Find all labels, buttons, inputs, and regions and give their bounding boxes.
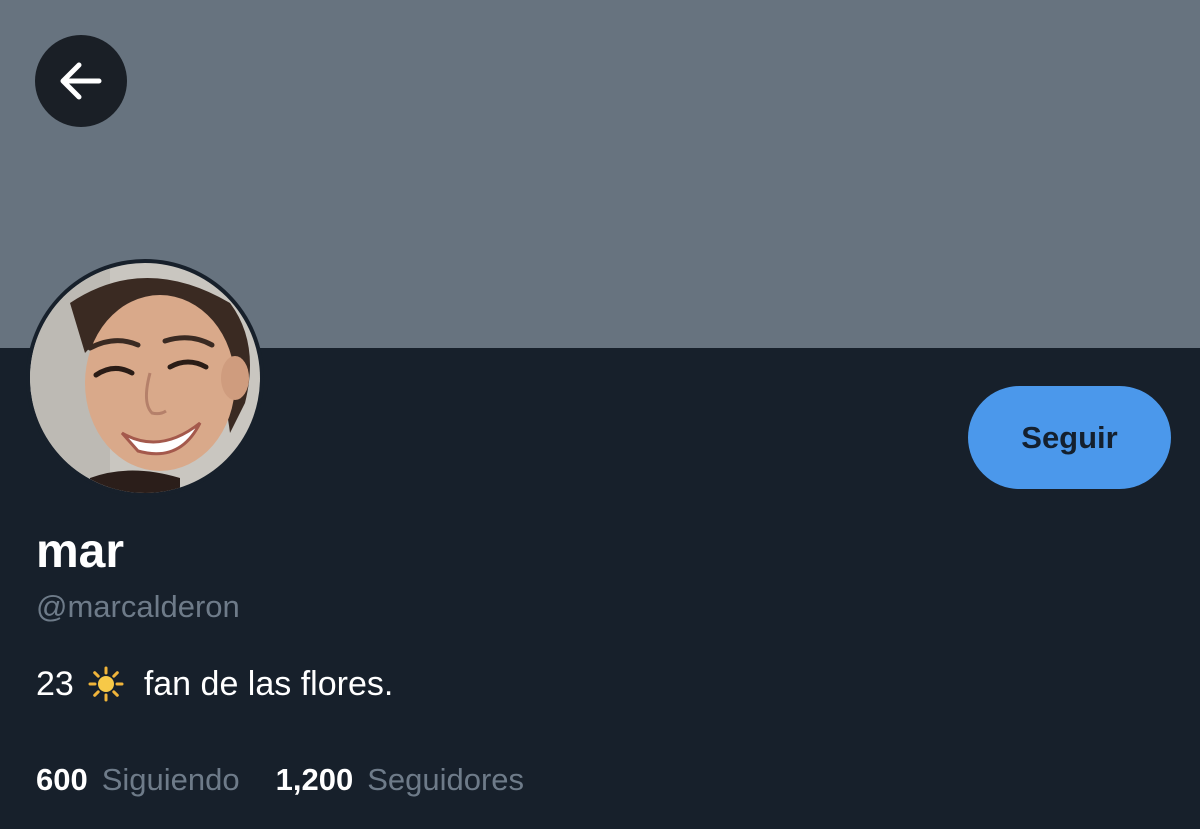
following-link[interactable]: 600 Siguiendo <box>36 760 240 800</box>
username-handle: @marcalderon <box>36 589 240 624</box>
arrow-left-icon <box>60 62 102 100</box>
follow-button[interactable]: Seguir <box>968 386 1171 489</box>
followers-label: Seguidores <box>367 762 525 797</box>
following-count: 600 <box>36 762 88 797</box>
profile-stats: 600 Siguiendo 1,200 Seguidores <box>36 760 524 800</box>
back-button[interactable] <box>35 35 127 127</box>
bio-text: fan de las flores. <box>143 665 394 703</box>
display-name: mar <box>36 525 125 578</box>
profile-bio: 23 fan de las flores. <box>36 662 393 706</box>
following-label: Siguiendo <box>101 762 240 797</box>
profile-page: Seguir mar @marcalderon 23 fan de las fl… <box>0 0 1200 829</box>
followers-link[interactable]: 1,200 Seguidores <box>276 760 524 800</box>
avatar[interactable] <box>30 263 260 493</box>
bio-age: 23 <box>36 665 74 703</box>
followers-count: 1,200 <box>275 762 354 797</box>
avatar-photo <box>30 263 260 493</box>
sun-icon <box>88 666 124 702</box>
